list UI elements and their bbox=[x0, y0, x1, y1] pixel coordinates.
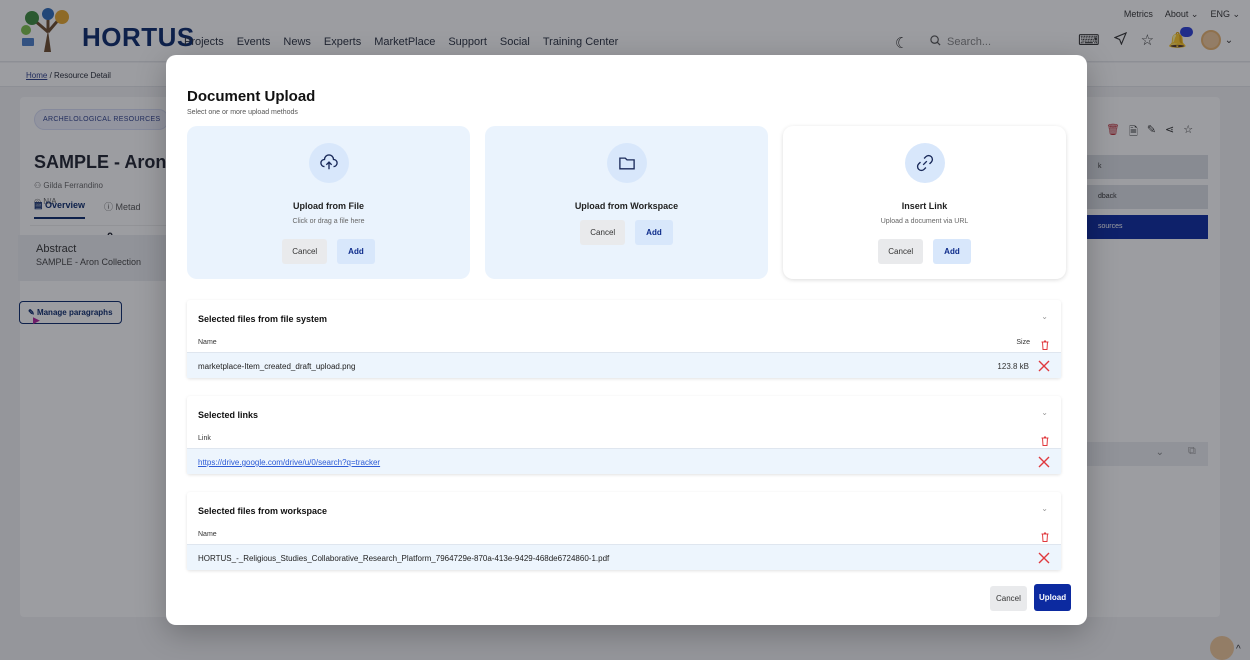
insert-link-actions: Cancel Add bbox=[783, 239, 1066, 264]
chevron-down-icon[interactable]: ⌄ bbox=[1041, 312, 1048, 321]
upload-cloud-icon bbox=[308, 143, 349, 183]
files-col-name: Name bbox=[198, 339, 217, 346]
insert-link-card[interactable]: Insert Link Upload a document via URL Ca… bbox=[783, 126, 1066, 279]
file-size: 123.8 kB bbox=[997, 362, 1029, 371]
clear-files-trash-icon[interactable] bbox=[1041, 337, 1049, 350]
table-row: HORTUS_-_Religious_Studies_Collaborative… bbox=[187, 544, 1061, 570]
workspace-col-name: Name bbox=[198, 531, 217, 538]
table-row: https://drive.google.com/drive/u/0/searc… bbox=[187, 448, 1061, 474]
clear-links-trash-icon[interactable] bbox=[1041, 433, 1049, 446]
folder-icon bbox=[606, 143, 647, 183]
file-name: marketplace-Item_created_draft_upload.pn… bbox=[198, 362, 356, 371]
upload-from-file-title: Upload from File bbox=[292, 201, 364, 211]
links-col-link: Link bbox=[198, 435, 211, 442]
insert-link-add-button[interactable]: Add bbox=[933, 239, 971, 264]
upload-from-file-card[interactable]: Upload from File Click or drag a file he… bbox=[187, 126, 470, 279]
files-col-size: Size bbox=[1016, 339, 1030, 346]
selected-workspace-files-section: Selected files from workspace ⌄ Name HOR… bbox=[187, 492, 1061, 570]
remove-file-close-icon[interactable] bbox=[1037, 359, 1051, 373]
chevron-down-icon[interactable]: ⌄ bbox=[1041, 504, 1048, 513]
insert-link-title: Insert Link bbox=[901, 201, 948, 211]
remove-link-close-icon[interactable] bbox=[1037, 455, 1051, 469]
modal-subtitle: Select one or more upload methods bbox=[187, 109, 298, 116]
modal-title: Document Upload bbox=[187, 88, 316, 105]
upload-file-cancel-button[interactable]: Cancel bbox=[282, 239, 328, 264]
upload-workspace-cancel-button[interactable]: Cancel bbox=[580, 220, 626, 245]
document-upload-modal: Document Upload Select one or more uploa… bbox=[166, 55, 1087, 625]
upload-from-workspace-card[interactable]: Upload from Workspace Cancel Add bbox=[485, 126, 768, 279]
selected-files-section: Selected files from file system ⌄ Name S… bbox=[187, 300, 1061, 378]
table-row: marketplace-Item_created_draft_upload.pn… bbox=[187, 352, 1061, 378]
remove-workspace-file-close-icon[interactable] bbox=[1037, 551, 1051, 565]
insert-link-desc: Upload a document via URL bbox=[880, 218, 969, 225]
modal-upload-button[interactable]: Upload bbox=[1034, 584, 1072, 611]
link-url[interactable]: https://drive.google.com/drive/u/0/searc… bbox=[198, 458, 380, 467]
workspace-file-name: HORTUS_-_Religious_Studies_Collaborative… bbox=[198, 554, 610, 563]
modal-cancel-button[interactable]: Cancel bbox=[990, 586, 1027, 611]
upload-from-workspace-title: Upload from Workspace bbox=[574, 201, 679, 211]
clear-workspace-trash-icon[interactable] bbox=[1041, 529, 1049, 542]
selected-workspace-heading: Selected files from workspace bbox=[198, 506, 328, 516]
insert-link-cancel-button[interactable]: Cancel bbox=[878, 239, 924, 264]
upload-from-file-desc: Click or drag a file here bbox=[292, 218, 365, 225]
link-icon bbox=[904, 143, 945, 183]
upload-from-file-actions: Cancel Add bbox=[187, 239, 470, 264]
selected-files-heading: Selected files from file system bbox=[198, 314, 328, 324]
selected-links-section: Selected links ⌄ Link https://drive.goog… bbox=[187, 396, 1061, 474]
upload-from-workspace-actions: Cancel Add bbox=[485, 220, 768, 245]
chevron-down-icon[interactable]: ⌄ bbox=[1041, 408, 1048, 417]
upload-workspace-add-button[interactable]: Add bbox=[635, 220, 673, 245]
selected-links-heading: Selected links bbox=[198, 410, 259, 420]
upload-file-add-button[interactable]: Add bbox=[337, 239, 375, 264]
